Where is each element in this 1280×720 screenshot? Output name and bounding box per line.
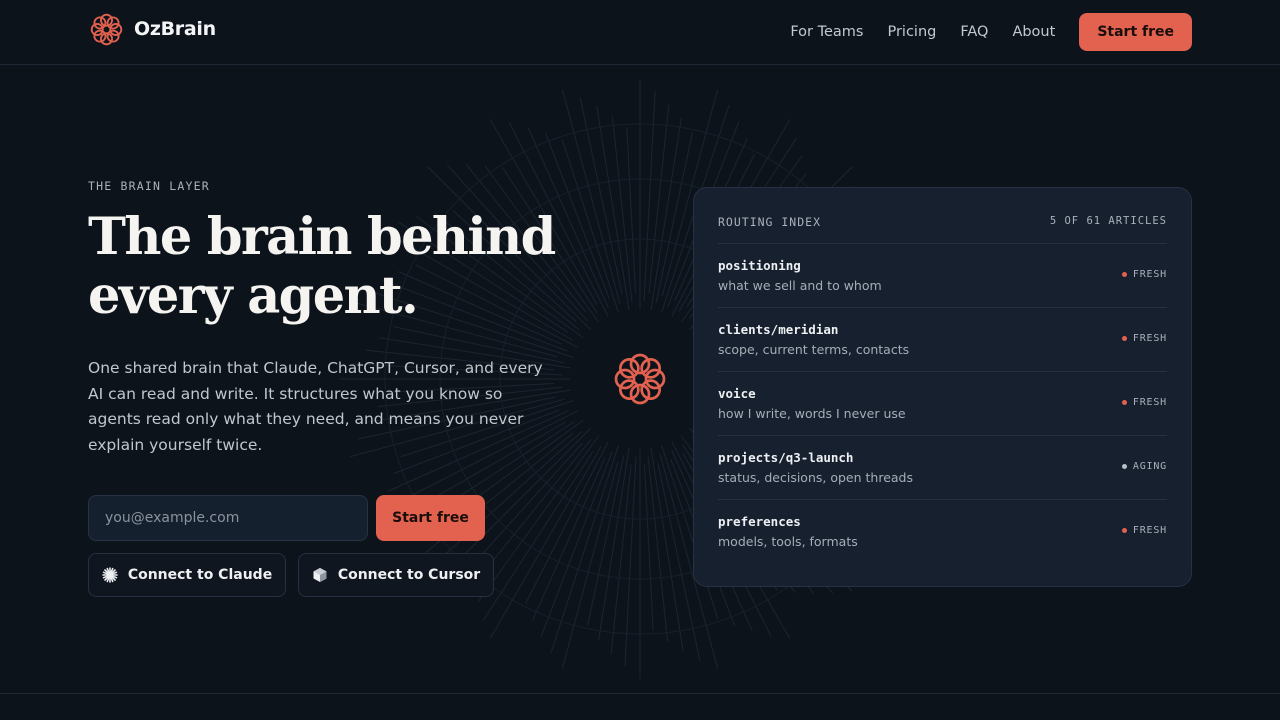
email-input[interactable] [88,495,368,541]
status-badge: FRESH [1121,333,1167,344]
background-ray [624,456,637,667]
hero-headline: The brain behind every agent. [88,208,608,326]
section-divider [0,693,1280,694]
background-ray [540,451,613,637]
status-dot-icon [1121,272,1127,277]
connect-cursor-button[interactable]: Connect to Cursor [298,553,494,597]
connect-cursor-label: Connect to Cursor [337,567,481,583]
top-nav: OzBrain For Teams Pricing FAQ About Star… [0,0,1280,65]
routing-row-description: what we sell and to whom [718,278,882,293]
headline-line-2: every agent. [88,266,419,326]
background-ray [477,435,600,603]
status-label: FRESH [1132,525,1167,536]
routing-row-description: scope, current terms, contacts [718,342,910,357]
status-dot-icon [1121,528,1127,533]
claude-burst-icon [102,567,118,583]
background-ray [489,446,602,640]
hero-start-free-button[interactable]: Start free [376,495,485,541]
routing-row-projects-q3-launch[interactable]: projects/q3-launch status, decisions, op… [718,436,1167,500]
routing-list: positioning what we sell and to whom FRE… [718,244,1167,564]
routing-row-preferences[interactable]: preferences models, tools, formats FRESH [718,500,1167,564]
status-badge: AGING [1121,461,1167,472]
nav-link-pricing[interactable]: Pricing [887,24,936,40]
routing-row-path: clients/meridian [718,322,839,337]
nav-links: For Teams Pricing FAQ About Start free [790,13,1192,51]
routing-row-clients-meridian[interactable]: clients/meridian scope, current terms, c… [718,308,1167,372]
background-ray [644,464,654,631]
nav-link-for-teams[interactable]: For Teams [790,24,863,40]
routing-row-path: projects/q3-launch [718,450,854,465]
routing-article-count: 5 OF 61 ARTICLES [1049,215,1167,227]
background-ray [482,450,594,621]
routing-row-path: voice [718,386,756,401]
background-ray [655,132,693,303]
background-ray [471,442,583,567]
routing-index-title: ROUTING INDEX [718,215,822,229]
background-ray [525,441,609,604]
background-ray [611,116,633,302]
status-dot-icon [1121,400,1127,405]
status-badge: FRESH [1121,269,1167,280]
routing-index-header: ROUTING INDEX 5 OF 61 ARTICLES [718,214,1167,244]
nav-start-free-button[interactable]: Start free [1079,13,1192,51]
status-label: FRESH [1132,397,1167,408]
status-badge: FRESH [1121,397,1167,408]
background-ray [648,104,670,294]
status-badge: FRESH [1121,525,1167,536]
status-label: FRESH [1132,269,1167,280]
background-ray [643,91,656,302]
routing-row-description: how I write, words I never use [718,406,906,421]
connect-claude-button[interactable]: Connect to Claude [88,553,286,597]
landing-page: OzBrain For Teams Pricing FAQ About Star… [0,0,1280,720]
routing-row-description: models, tools, formats [718,534,858,549]
brand-name: OzBrain [134,18,216,40]
background-ray [610,464,632,654]
background-ray [650,448,684,652]
background-ray [587,455,625,626]
brand-logo-link[interactable]: OzBrain [88,10,216,48]
status-label: FRESH [1132,333,1167,344]
status-label: AGING [1132,461,1167,472]
hero-eyebrow: THE BRAIN LAYER [88,179,210,193]
brain-knot-center-icon [614,353,666,405]
brain-knot-logo-icon [90,13,123,45]
routing-row-voice[interactable]: voice how I write, words I never use FRE… [718,372,1167,436]
background-ray [561,461,619,669]
routing-row-positioning[interactable]: positioning what we sell and to whom FRE… [718,244,1167,308]
nav-link-faq[interactable]: FAQ [960,24,988,40]
routing-row-path: positioning [718,258,801,273]
background-ray [550,445,619,654]
cursor-cube-icon [313,568,327,582]
background-ray [598,448,630,640]
background-ray [650,118,682,310]
background-ray [626,127,636,294]
routing-row-description: status, decisions, open threads [718,470,913,485]
connect-claude-label: Connect to Claude [127,567,273,583]
headline-line-1: The brain behind [88,207,556,267]
routing-index-card: ROUTING INDEX 5 OF 61 ARTICLES positioni… [693,187,1192,587]
status-dot-icon [1121,464,1127,469]
nav-link-about[interactable]: About [1012,24,1055,40]
routing-row-path: preferences [718,514,801,529]
hero-description: One shared brain that Claude, ChatGPT, C… [88,359,543,454]
background-ray [647,456,669,642]
status-dot-icon [1121,336,1127,341]
background-ray [532,457,606,621]
